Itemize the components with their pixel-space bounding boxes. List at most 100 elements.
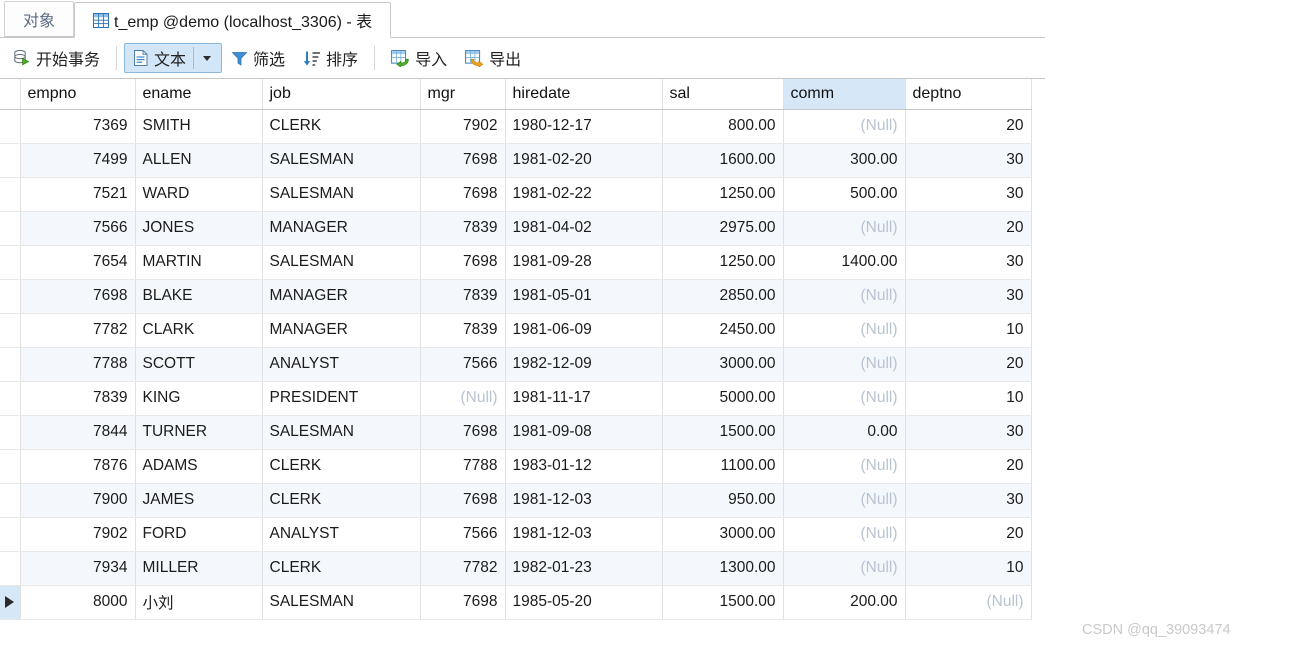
cell-deptno[interactable]: 20 (905, 211, 1032, 246)
cell-job[interactable]: CLERK (262, 483, 421, 518)
cell-empno[interactable]: 7566 (20, 211, 136, 246)
cell-deptno[interactable]: 30 (905, 415, 1032, 450)
table-row[interactable]: 7788 SCOTT ANALYST 7566 1982-12-09 3000.00 (Nu… (0, 347, 1032, 382)
cell-empno[interactable]: 7782 (20, 313, 136, 348)
cell-comm[interactable]: (Null) (783, 313, 906, 348)
cell-job[interactable]: SALESMAN (262, 143, 421, 178)
cell-deptno[interactable]: 30 (905, 143, 1032, 178)
cell-empno[interactable]: 7876 (20, 449, 136, 484)
cell-deptno[interactable]: 20 (905, 109, 1032, 144)
cell-mgr[interactable]: 7698 (420, 585, 506, 620)
row-header-cell[interactable] (0, 483, 21, 518)
cell-comm[interactable]: (Null) (783, 279, 906, 314)
row-header-cell[interactable] (0, 449, 21, 484)
cell-sal[interactable]: 1500.00 (662, 415, 784, 450)
cell-mgr[interactable]: 7902 (420, 109, 506, 144)
filter-button[interactable]: 筛选 (222, 43, 294, 73)
table-row[interactable]: 7499 ALLEN SALESMAN 7698 1981-02-20 1600.00 30… (0, 143, 1032, 178)
cell-sal[interactable]: 1500.00 (662, 585, 784, 620)
cell-sal[interactable]: 3000.00 (662, 517, 784, 552)
cell-ename[interactable]: JONES (135, 211, 263, 246)
cell-sal[interactable]: 1250.00 (662, 245, 784, 280)
row-header-cell[interactable] (0, 177, 21, 212)
cell-comm[interactable]: 500.00 (783, 177, 906, 212)
cell-ename[interactable]: SMITH (135, 109, 263, 144)
cell-hiredate[interactable]: 1981-05-01 (505, 279, 663, 314)
cell-ename[interactable]: CLARK (135, 313, 263, 348)
column-header-empno[interactable]: empno (20, 79, 136, 110)
cell-empno[interactable]: 7521 (20, 177, 136, 212)
cell-job[interactable]: MANAGER (262, 313, 421, 348)
cell-comm[interactable]: (Null) (783, 381, 906, 416)
column-header-mgr[interactable]: mgr (420, 79, 506, 110)
cell-empno[interactable]: 7902 (20, 517, 136, 552)
cell-empno[interactable]: 7698 (20, 279, 136, 314)
table-row[interactable]: 7934 MILLER CLERK 7782 1982-01-23 1300.00 (Nul… (0, 551, 1032, 586)
cell-empno[interactable]: 7844 (20, 415, 136, 450)
table-row[interactable]: 7521 WARD SALESMAN 7698 1981-02-22 1250.00 500… (0, 177, 1032, 212)
cell-hiredate[interactable]: 1983-01-12 (505, 449, 663, 484)
cell-job[interactable]: PRESIDENT (262, 381, 421, 416)
cell-deptno[interactable]: 20 (905, 449, 1032, 484)
cell-comm[interactable]: 0.00 (783, 415, 906, 450)
cell-mgr[interactable]: 7839 (420, 279, 506, 314)
cell-job[interactable]: SALESMAN (262, 245, 421, 280)
table-row[interactable]: 8000 小刘 SALESMAN 7698 1985-05-20 1500.00 200.0… (0, 585, 1032, 620)
tab-table-data[interactable]: t_emp @demo (localhost_3306) - 表 (74, 2, 392, 38)
chevron-down-icon[interactable] (203, 55, 212, 61)
cell-ename[interactable]: 小刘 (135, 585, 263, 620)
cell-sal[interactable]: 5000.00 (662, 381, 784, 416)
column-header-comm[interactable]: comm (783, 79, 906, 110)
cell-ename[interactable]: ADAMS (135, 449, 263, 484)
row-header-cell[interactable] (0, 517, 21, 552)
cell-deptno[interactable]: 10 (905, 381, 1032, 416)
data-grid-container[interactable]: empno ename job mgr hiredate sal comm de… (0, 79, 1045, 651)
cell-empno[interactable]: 7369 (20, 109, 136, 144)
cell-job[interactable]: SALESMAN (262, 415, 421, 450)
column-header-sal[interactable]: sal (662, 79, 784, 110)
cell-ename[interactable]: ALLEN (135, 143, 263, 178)
import-button[interactable]: 导入 (382, 43, 456, 73)
cell-hiredate[interactable]: 1981-02-22 (505, 177, 663, 212)
cell-sal[interactable]: 950.00 (662, 483, 784, 518)
cell-mgr[interactable]: 7698 (420, 177, 506, 212)
table-row[interactable]: 7902 FORD ANALYST 7566 1981-12-03 3000.00 (Nul… (0, 517, 1032, 552)
cell-comm[interactable]: 200.00 (783, 585, 906, 620)
cell-comm[interactable]: (Null) (783, 517, 906, 552)
cell-ename[interactable]: FORD (135, 517, 263, 552)
column-header-hiredate[interactable]: hiredate (505, 79, 663, 110)
cell-sal[interactable]: 2850.00 (662, 279, 784, 314)
row-header-cell[interactable] (0, 245, 21, 280)
cell-hiredate[interactable]: 1981-09-08 (505, 415, 663, 450)
cell-sal[interactable]: 1300.00 (662, 551, 784, 586)
row-header-cell[interactable] (0, 143, 21, 178)
cell-ename[interactable]: MARTIN (135, 245, 263, 280)
cell-ename[interactable]: MILLER (135, 551, 263, 586)
cell-hiredate[interactable]: 1982-01-23 (505, 551, 663, 586)
cell-deptno[interactable]: 10 (905, 313, 1032, 348)
cell-comm[interactable]: (Null) (783, 551, 906, 586)
table-row[interactable]: 7782 CLARK MANAGER 7839 1981-06-09 2450.00 (Nu… (0, 313, 1032, 348)
table-row[interactable]: 7844 TURNER SALESMAN 7698 1981-09-08 1500.00 0… (0, 415, 1032, 450)
table-row[interactable]: 7566 JONES MANAGER 7839 1981-04-02 2975.00 (Nu… (0, 211, 1032, 246)
cell-sal[interactable]: 1250.00 (662, 177, 784, 212)
cell-job[interactable]: CLERK (262, 109, 421, 144)
cell-job[interactable]: CLERK (262, 449, 421, 484)
cell-hiredate[interactable]: 1985-05-20 (505, 585, 663, 620)
cell-deptno[interactable]: 30 (905, 279, 1032, 314)
cell-empno[interactable]: 7934 (20, 551, 136, 586)
cell-hiredate[interactable]: 1982-12-09 (505, 347, 663, 382)
column-header-ename[interactable]: ename (135, 79, 263, 110)
row-header-cell[interactable] (0, 585, 21, 620)
cell-job[interactable]: MANAGER (262, 279, 421, 314)
row-header-cell[interactable] (0, 551, 21, 586)
cell-hiredate[interactable]: 1981-02-20 (505, 143, 663, 178)
cell-mgr[interactable]: 7698 (420, 245, 506, 280)
cell-hiredate[interactable]: 1981-12-03 (505, 517, 663, 552)
cell-comm[interactable]: (Null) (783, 347, 906, 382)
cell-sal[interactable]: 800.00 (662, 109, 784, 144)
cell-ename[interactable]: KING (135, 381, 263, 416)
row-header-cell[interactable] (0, 381, 21, 416)
cell-hiredate[interactable]: 1981-11-17 (505, 381, 663, 416)
cell-deptno[interactable]: 30 (905, 483, 1032, 518)
